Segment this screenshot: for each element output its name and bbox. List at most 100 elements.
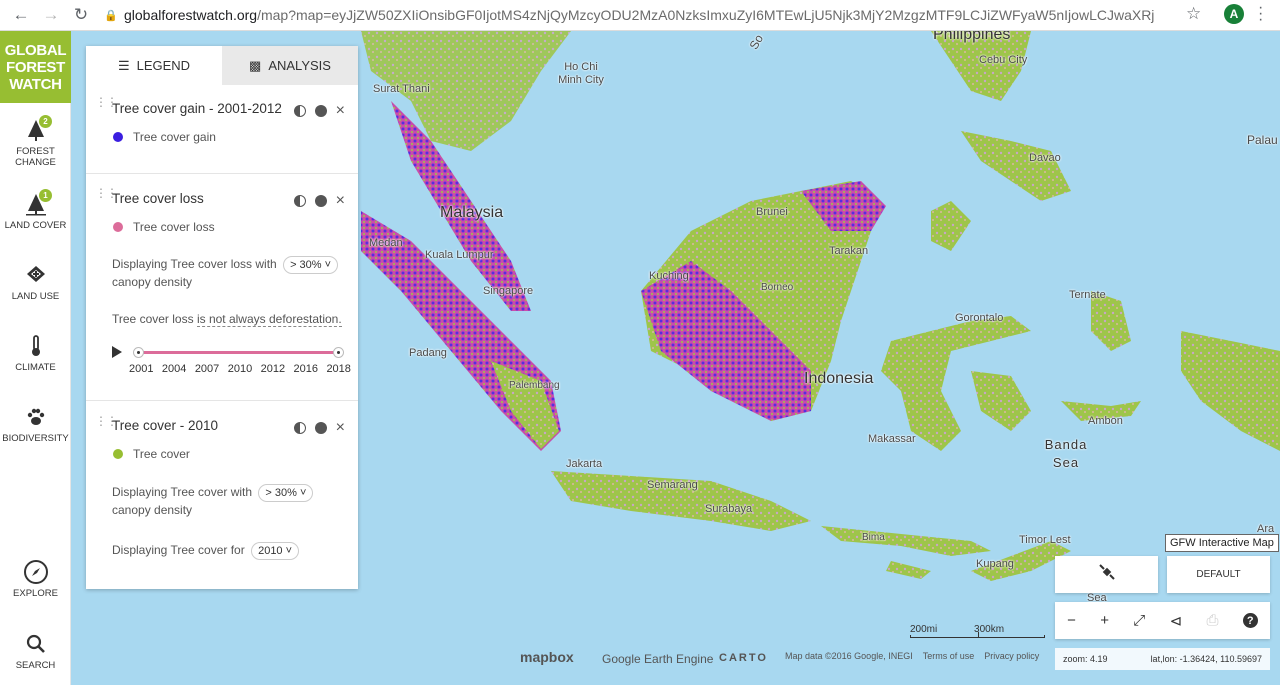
basemap-controls: Default: [1055, 556, 1270, 593]
map-tools: − + ⤢ ⊲ ⎙ ?: [1055, 602, 1270, 639]
tab-legend[interactable]: ☰ Legend: [86, 46, 222, 85]
timeline-year: 2016: [293, 363, 319, 375]
map-data-text: Map data ©2016 Google, INEGI: [785, 651, 913, 661]
layer-tree-cover-loss: ⋮⋮ Tree cover loss i × Tree cover loss D…: [86, 174, 358, 401]
attribution: Map data ©2016 Google, INEGI Terms of us…: [785, 651, 1039, 661]
paw-icon: [0, 404, 71, 430]
deforestation-link[interactable]: is not always deforestation.: [196, 312, 342, 327]
canopy-density-dropdown[interactable]: > 30% ˅: [283, 256, 339, 274]
satellite-button[interactable]: [1055, 556, 1158, 593]
panel-tabs: ☰ Legend ▩ Analysis: [86, 46, 358, 85]
reload-icon[interactable]: ↻: [68, 2, 94, 28]
zoom-readout: zoom: 4.19: [1063, 654, 1108, 664]
forward-arrow-icon[interactable]: →: [38, 2, 64, 28]
timeline-track[interactable]: [133, 347, 344, 358]
year-text: Displaying Tree cover for: [112, 543, 245, 557]
mapbox-logo[interactable]: mapbox: [520, 649, 574, 665]
map-label: Padang: [409, 347, 447, 359]
sidebar-item-land-cover[interactable]: 1 Land cover: [0, 189, 71, 231]
tooltip: GFW Interactive Map: [1165, 534, 1279, 552]
dropdown-value: > 30%: [290, 259, 322, 271]
layer-title: Tree cover loss: [112, 191, 204, 206]
map-label: Philippines: [933, 31, 1011, 43]
timeline-year: 2018: [326, 363, 351, 375]
legend-swatch: [113, 132, 123, 142]
share-icon[interactable]: ⊲: [1170, 612, 1183, 630]
timeline-year: 2010: [227, 363, 253, 375]
canopy-density-dropdown[interactable]: > 30% ˅: [258, 484, 314, 502]
info-icon[interactable]: i: [314, 422, 327, 434]
opacity-icon[interactable]: [293, 105, 306, 117]
info-icon[interactable]: i: [314, 105, 327, 117]
zoom-in-icon[interactable]: +: [1100, 612, 1109, 629]
back-arrow-icon[interactable]: ←: [8, 2, 34, 28]
gfw-logo[interactable]: GLOBAL FOREST WATCH: [0, 31, 71, 103]
map-label: Ternate: [1069, 289, 1106, 301]
year-dropdown[interactable]: 2010 ˅: [251, 542, 300, 560]
address-bar[interactable]: globalforestwatch.org/map?map=eyJjZW50ZX…: [124, 7, 1154, 23]
print-icon[interactable]: ⎙: [1206, 612, 1218, 629]
info-icon[interactable]: i: [314, 195, 327, 207]
bookmark-star-icon[interactable]: ☆: [1186, 4, 1201, 24]
map-label: Ambon: [1088, 415, 1123, 427]
legend-name: Tree cover loss: [133, 220, 215, 234]
close-icon[interactable]: ×: [336, 192, 345, 210]
sidebar-item-explore[interactable]: Explore: [0, 559, 71, 599]
density-suffix: canopy density: [112, 275, 193, 289]
thermometer-icon: [0, 333, 71, 359]
dropdown-value: > 30%: [265, 487, 297, 499]
coordinates-bar: zoom: 4.19 lat,lon: -1.36424, 110.59697: [1055, 648, 1270, 670]
timeline-year: 2004: [161, 363, 187, 375]
map-label: Tarakan: [829, 245, 869, 257]
scale-labels: 200mi 300km: [910, 624, 1004, 635]
year-description: Displaying Tree cover for 2010 ˅: [112, 542, 300, 560]
close-icon[interactable]: ×: [336, 102, 345, 120]
sidebar-item-land-use[interactable]: Land use: [0, 262, 71, 302]
forest-change-count-badge: 2: [39, 115, 52, 128]
timeline-start-handle[interactable]: [133, 347, 144, 358]
sidebar-item-biodiversity[interactable]: Biodiversity: [0, 404, 71, 444]
lock-icon[interactable]: 🔒: [104, 8, 118, 22]
legend-panel: ☰ Legend ▩ Analysis ⋮⋮ Tree cover gain -…: [86, 46, 358, 589]
map-label: Malaysia: [440, 204, 504, 221]
help-icon[interactable]: ?: [1242, 613, 1258, 628]
privacy-link[interactable]: Privacy policy: [984, 651, 1039, 661]
terms-link[interactable]: Terms of use: [923, 651, 975, 661]
legend-swatch: [113, 449, 123, 459]
layer-tree-cover-gain: ⋮⋮ Tree cover gain - 2001-2012 i × Tree …: [86, 85, 358, 174]
map-label: Palembang: [509, 380, 560, 391]
map-label: Kuching: [649, 270, 689, 282]
map-label: Gorontalo: [955, 312, 1004, 324]
carto-logo[interactable]: CARTO: [719, 652, 768, 664]
basemap-default-button[interactable]: Default: [1167, 556, 1270, 593]
zoom-out-icon[interactable]: −: [1067, 612, 1076, 629]
opacity-icon[interactable]: [293, 195, 306, 207]
opacity-icon[interactable]: [293, 422, 306, 434]
sidebar-item-label: Explore: [13, 588, 58, 599]
satellite-icon: [1097, 562, 1117, 587]
close-icon[interactable]: ×: [336, 419, 345, 437]
sidebar-item-climate[interactable]: Climate: [0, 333, 71, 373]
profile-avatar[interactable]: A: [1224, 4, 1244, 24]
sidebar-item-search[interactable]: Search: [0, 631, 71, 671]
google-earth-engine-logo[interactable]: Google Earth Engine: [602, 652, 713, 666]
timeline-years: 2001 2004 2007 2010 2012 2016 2018: [129, 363, 351, 375]
legend-name: Tree cover gain: [133, 130, 216, 144]
sidebar-item-label: Biodiversity: [2, 433, 69, 444]
map-sea-label: Banda Sea: [1044, 437, 1088, 470]
play-icon[interactable]: [112, 346, 122, 358]
browser-menu-icon[interactable]: · · ·: [1258, 0, 1263, 28]
note-prefix: Tree cover loss: [112, 312, 194, 326]
layers-icon: ☰: [117, 57, 130, 73]
fullscreen-icon[interactable]: ⤢: [1133, 612, 1145, 629]
sidebar-item-forest-change[interactable]: 2 Forest change: [0, 115, 71, 168]
tab-analysis[interactable]: ▩ Analysis: [222, 46, 358, 85]
url-path: /map?map=eyJjZW50ZXIiOnsibGF0IjotMS4zNjQ…: [257, 7, 1154, 23]
compass-icon: [0, 559, 71, 585]
map-label: Davao: [1029, 152, 1061, 164]
sidebar-item-label: Land cover: [4, 220, 67, 231]
timeline-end-handle[interactable]: [333, 347, 344, 358]
map-label: Kuala Lumpur: [425, 249, 494, 261]
map-label: Timor Lest: [1019, 534, 1071, 546]
logo-line-2: FOREST: [5, 59, 66, 76]
